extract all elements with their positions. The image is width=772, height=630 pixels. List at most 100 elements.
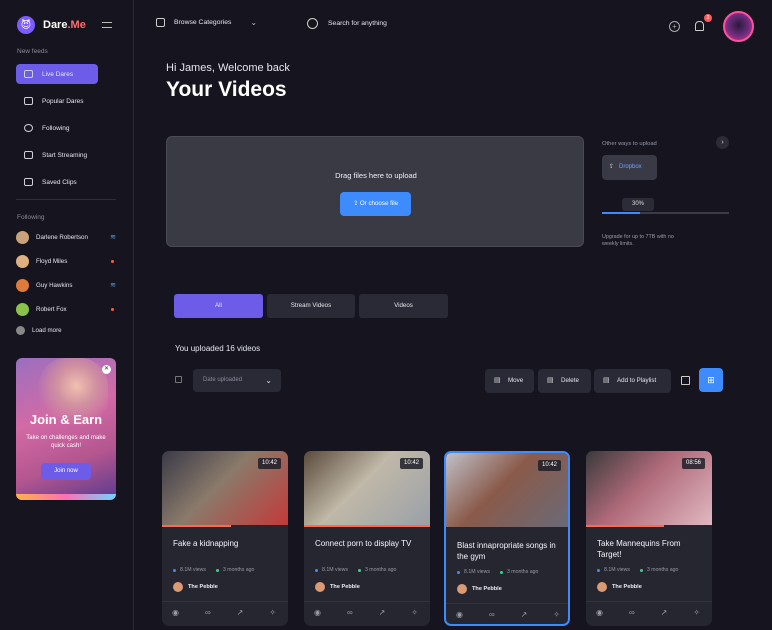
video-views: 8.1M views — [604, 567, 630, 573]
following-name: Darlene Robertson — [36, 233, 88, 241]
video-card[interactable]: 10:42 Connect porn to display TV 8.1M vi… — [304, 451, 430, 626]
user-avatar[interactable] — [723, 11, 754, 42]
other-ways-label: Other ways to upload — [602, 141, 657, 147]
video-card[interactable]: 10:42 Blast innapropriate songs in the g… — [444, 451, 570, 626]
age-dot-icon — [215, 568, 219, 572]
magic-wand-icon[interactable]: ✧ — [693, 608, 700, 617]
video-meta: 8.1M views 3 months ago — [173, 567, 254, 573]
nav-popular-dares[interactable]: Popular Dares — [16, 91, 98, 111]
grid-view-button[interactable]: ⊞ — [699, 368, 723, 392]
video-card[interactable]: 10:42 Fake a kidnapping 8.1M views 3 mon… — [162, 451, 288, 626]
link-icon[interactable]: ∞ — [629, 608, 635, 617]
upload-dropzone[interactable]: Drag files here to upload ⇪ Or choose fi… — [166, 136, 584, 247]
menu-icon[interactable] — [102, 22, 112, 28]
avatar — [173, 582, 183, 592]
chevron-right-icon[interactable]: › — [716, 136, 729, 149]
sidebar: 😈 Dare.Me New feeds Live Dares Popular D… — [0, 0, 134, 630]
avatar — [16, 302, 29, 316]
eye-icon[interactable]: ◉ — [314, 608, 321, 617]
video-title[interactable]: Take Mannequins From Target! — [597, 538, 705, 560]
share-icon[interactable]: ↗ — [661, 608, 668, 617]
card-actions: ◉ ∞ ↗ ✧ — [172, 608, 276, 617]
watch-progress-bar — [586, 525, 665, 527]
link-icon[interactable]: ∞ — [489, 610, 495, 619]
share-icon[interactable]: ↗ — [237, 608, 244, 617]
notification-badge: 2 — [704, 14, 712, 22]
following-item[interactable]: Guy Hawkins ≋ — [16, 277, 118, 293]
delete-button[interactable]: ▤ Delete — [538, 369, 591, 393]
storage-progress-bar — [602, 212, 729, 214]
following-item[interactable]: Darlene Robertson ≋ — [16, 229, 118, 245]
author-name: The Pebble — [612, 584, 642, 590]
nav-saved-clips[interactable]: Saved Clips — [16, 172, 98, 192]
nav-live-dares[interactable]: Live Dares — [16, 64, 98, 84]
tab-all[interactable]: All — [174, 294, 263, 318]
tab-videos[interactable]: Videos — [359, 294, 448, 318]
video-author[interactable]: The Pebble — [457, 584, 502, 594]
choose-file-button[interactable]: ⇪ Or choose file — [340, 192, 411, 216]
card-actions: ◉ ∞ ↗ ✧ — [596, 608, 700, 617]
video-views: 8.1M views — [180, 567, 206, 573]
avatar — [597, 582, 607, 592]
sort-label: Date uploaded — [203, 377, 243, 383]
nav-start-streaming[interactable]: Start Streaming — [16, 145, 98, 165]
add-icon[interactable]: + — [669, 21, 680, 32]
video-title[interactable]: Blast innapropriate songs in the gym — [457, 540, 565, 562]
magic-wand-icon[interactable]: ✧ — [269, 608, 276, 617]
magic-wand-icon[interactable]: ✧ — [553, 610, 560, 619]
video-title[interactable]: Fake a kidnapping — [173, 538, 281, 549]
age-dot-icon — [639, 568, 643, 572]
search-input[interactable]: Search for anything — [328, 20, 387, 27]
following-item[interactable]: Robert Fox — [16, 301, 118, 317]
dropbox-button[interactable]: ⇪ Dropbox — [602, 155, 657, 180]
select-all-checkbox[interactable] — [175, 376, 182, 383]
following-item[interactable]: Floyd Miles — [16, 253, 118, 269]
join-now-button[interactable]: Join now — [41, 463, 91, 480]
new-feeds-label: New feeds — [17, 48, 48, 55]
bell-icon[interactable] — [695, 21, 704, 31]
join-earn-promo: ✕ Join & Earn Take on challenges and mak… — [16, 358, 116, 500]
link-icon[interactable]: ∞ — [205, 608, 211, 617]
delete-label: Delete — [561, 377, 579, 384]
move-label: Move — [508, 377, 524, 384]
sort-dropdown[interactable]: Date uploaded ⌄ — [193, 369, 281, 392]
avatar — [16, 278, 29, 292]
browse-categories-dropdown[interactable]: Browse Categories ⌄ — [156, 18, 257, 27]
avatar — [16, 230, 29, 244]
video-author[interactable]: The Pebble — [597, 582, 642, 592]
compass-icon — [156, 18, 165, 27]
magic-wand-icon[interactable]: ✧ — [411, 608, 418, 617]
eye-icon[interactable]: ◉ — [456, 610, 463, 619]
wifi-icon: ≋ — [110, 234, 116, 241]
share-icon[interactable]: ↗ — [379, 608, 386, 617]
move-button[interactable]: ▤ Move — [485, 369, 534, 393]
wifi-icon: ≋ — [110, 282, 116, 289]
video-views: 8.1M views — [464, 569, 490, 575]
avatar — [315, 582, 325, 592]
eye-icon[interactable]: ◉ — [172, 608, 179, 617]
logo-accent: .Me — [67, 19, 86, 31]
video-author[interactable]: The Pebble — [315, 582, 360, 592]
close-icon[interactable]: ✕ — [102, 365, 111, 374]
video-card[interactable]: 08:56 Take Mannequins From Target! 8.1M … — [586, 451, 712, 626]
promo-title: Join & Earn — [29, 412, 103, 427]
link-icon[interactable]: ∞ — [347, 608, 353, 617]
video-title[interactable]: Connect porn to display TV — [315, 538, 423, 549]
logo[interactable]: 😈 Dare.Me — [17, 16, 86, 34]
list-view-icon[interactable] — [681, 376, 690, 385]
avatar — [457, 584, 467, 594]
eye-icon[interactable]: ◉ — [596, 608, 603, 617]
card-divider — [586, 601, 712, 602]
nav-following[interactable]: Following — [16, 118, 98, 138]
video-author[interactable]: The Pebble — [173, 582, 218, 592]
share-icon[interactable]: ↗ — [521, 610, 528, 619]
load-more-button[interactable]: Load more — [16, 322, 118, 338]
tab-stream-videos[interactable]: Stream Videos — [267, 294, 355, 318]
video-icon — [24, 151, 33, 159]
author-name: The Pebble — [472, 586, 502, 592]
add-to-playlist-button[interactable]: ▤ Add to Playlist — [594, 369, 671, 393]
author-name: The Pebble — [330, 584, 360, 590]
video-duration: 08:56 — [681, 458, 705, 469]
following-name: Guy Hawkins — [36, 281, 73, 289]
search-bar[interactable]: Search for anything — [307, 18, 387, 29]
